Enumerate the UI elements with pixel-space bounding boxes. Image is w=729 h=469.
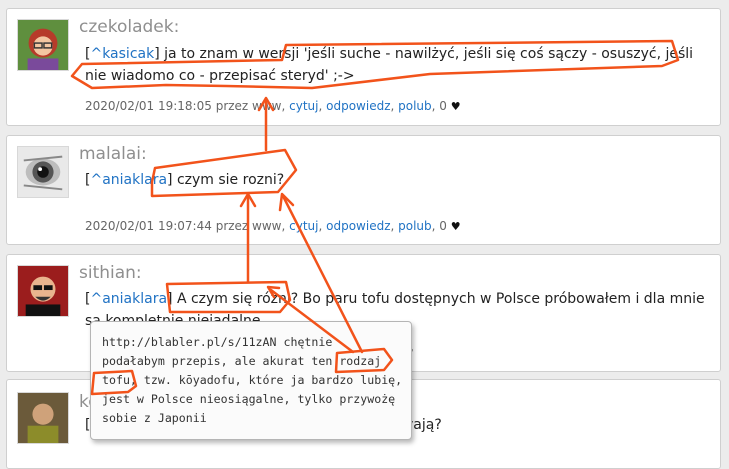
avatar-image	[18, 266, 68, 316]
avatar-image	[18, 20, 68, 70]
reply-ref-link[interactable]: ^aniaklara	[90, 291, 167, 307]
post-body: ja to znam w wersji 'jeśli suche - nawil…	[85, 46, 694, 84]
like-link[interactable]: polub	[398, 99, 432, 113]
post-date: 2020/02/01 19:18:05	[85, 99, 212, 113]
post-via: przez www,	[215, 99, 286, 113]
post-via: przez www,	[215, 219, 286, 233]
heart-icon: ♥	[450, 100, 461, 113]
author-name[interactable]: malalai:	[79, 144, 147, 164]
author-name[interactable]: czekoladek:	[79, 17, 179, 37]
post-body: czym sie rozni?	[172, 172, 285, 188]
avatar-image	[18, 147, 68, 197]
quote-link[interactable]: cytuj	[289, 219, 318, 233]
post-czekoladek: czekoladek: [^kasicak] ja to znam w wers…	[6, 8, 721, 126]
reply-ref-link[interactable]: ^aniaklara	[90, 172, 167, 188]
reply-link[interactable]: odpowiedz	[326, 99, 390, 113]
reply-ref-link[interactable]: ^kasicak	[90, 46, 154, 62]
like-count: 0	[439, 219, 447, 233]
reply-link[interactable]: odpowiedz	[326, 219, 390, 233]
like-count: 0	[439, 99, 447, 113]
link-preview-tooltip: http://blabler.pl/s/11zAN chętnie podała…	[90, 321, 412, 440]
tooltip-text: http://blabler.pl/s/11zAN chętnie podała…	[102, 335, 403, 425]
quote-link[interactable]: cytuj	[289, 99, 318, 113]
post-malalai: malalai: [^aniaklara] czym sie rozni? 20…	[6, 135, 721, 245]
avatar[interactable]	[17, 392, 69, 444]
post-meta: 2020/02/01 19:07:44 przez www, cytuj, od…	[85, 219, 461, 233]
post-date: 2020/02/01 19:07:44	[85, 219, 212, 233]
avatar[interactable]	[17, 146, 69, 198]
post-text: [^aniaklara] czym sie rozni?	[85, 172, 285, 188]
avatar[interactable]	[17, 19, 69, 71]
author-name[interactable]: sithian:	[79, 263, 142, 283]
avatar[interactable]	[17, 265, 69, 317]
heart-icon: ♥	[450, 220, 461, 233]
avatar-image	[18, 393, 68, 443]
post-text: [^kasicak] ja to znam w wersji 'jeśli su…	[85, 46, 694, 84]
post-meta: 2020/02/01 19:18:05 przez www, cytuj, od…	[85, 99, 461, 113]
like-link[interactable]: polub	[398, 219, 432, 233]
